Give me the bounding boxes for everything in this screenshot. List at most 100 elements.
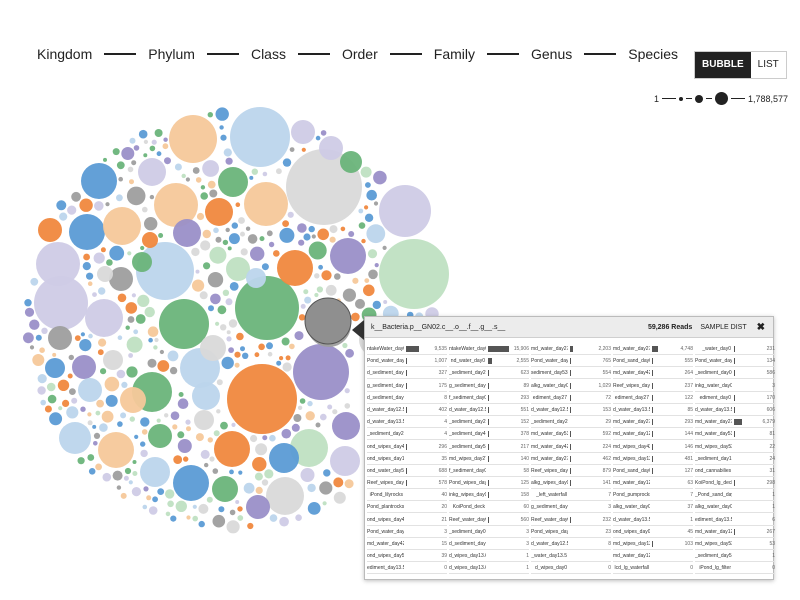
taxon-bubble[interactable]: [206, 496, 213, 503]
taxon-bubble[interactable]: [297, 223, 307, 233]
taxon-bubble[interactable]: [217, 305, 227, 315]
taxon-bubble[interactable]: [220, 134, 227, 141]
taxon-bubble[interactable]: [192, 279, 205, 292]
taxon-bubble[interactable]: [156, 418, 161, 423]
taxon-bubble[interactable]: [329, 225, 338, 234]
taxon-bubble[interactable]: [228, 347, 235, 353]
taxon-bubble[interactable]: [98, 432, 134, 468]
taxon-bubble[interactable]: [141, 429, 148, 435]
taxon-bubble[interactable]: [148, 506, 158, 515]
taxon-bubble[interactable]: [305, 411, 315, 421]
taxon-bubble[interactable]: [68, 354, 75, 361]
selected-taxon-bubble[interactable]: [304, 297, 352, 345]
taxon-bubble[interactable]: [279, 227, 295, 243]
taxon-bubble[interactable]: [183, 456, 189, 462]
taxon-bubble[interactable]: [340, 151, 362, 173]
taxon-bubble[interactable]: [229, 469, 234, 475]
taxon-bubble[interactable]: [195, 177, 202, 183]
taxon-bubble[interactable]: [103, 157, 107, 162]
taxon-bubble[interactable]: [192, 382, 220, 410]
taxon-bubble[interactable]: [181, 173, 186, 179]
taxon-bubble[interactable]: [29, 319, 40, 330]
taxon-bubble[interactable]: [116, 485, 122, 490]
taxon-bubble[interactable]: [281, 337, 290, 346]
taxon-bubble[interactable]: [208, 305, 214, 312]
taxon-bubble[interactable]: [308, 225, 315, 233]
taxon-bubble[interactable]: [143, 486, 149, 492]
taxon-bubble[interactable]: [314, 273, 320, 279]
taxon-bubble[interactable]: [117, 293, 127, 303]
taxon-bubble[interactable]: [282, 362, 292, 372]
taxon-bubble[interactable]: [222, 239, 229, 246]
taxon-bubble[interactable]: [322, 501, 327, 506]
taxon-bubble[interactable]: [200, 335, 226, 361]
taxon-bubble[interactable]: [228, 233, 240, 245]
taxon-bubble[interactable]: [207, 272, 224, 288]
taxon-bubble[interactable]: [237, 506, 243, 512]
taxon-bubble[interactable]: [364, 213, 374, 222]
taxon-bubble[interactable]: [103, 207, 141, 245]
taxon-bubble[interactable]: [135, 314, 146, 324]
taxon-bubble[interactable]: [116, 194, 123, 202]
taxon-bubble[interactable]: [368, 269, 378, 280]
taxon-bubble[interactable]: [100, 368, 107, 375]
taxon-bubble[interactable]: [214, 431, 250, 467]
taxon-bubble[interactable]: [71, 397, 78, 404]
taxon-bubble[interactable]: [172, 424, 178, 430]
taxon-bubble[interactable]: [87, 420, 93, 426]
taxon-bubble[interactable]: [196, 212, 205, 221]
taxon-bubble[interactable]: [273, 250, 280, 257]
taxon-bubble[interactable]: [220, 324, 227, 331]
taxon-bubble[interactable]: [173, 219, 201, 247]
taxon-bubble[interactable]: [185, 419, 191, 425]
taxon-bubble[interactable]: [344, 403, 351, 409]
taxon-bubble[interactable]: [223, 148, 232, 157]
taxon-bubble[interactable]: [281, 428, 292, 439]
taxon-bubble[interactable]: [109, 267, 133, 291]
taxon-bubble[interactable]: [146, 495, 152, 501]
taxon-bubble[interactable]: [127, 166, 134, 173]
taxon-bubble[interactable]: [116, 369, 126, 379]
taxon-bubble[interactable]: [247, 522, 254, 530]
taxon-bubble[interactable]: [154, 337, 159, 343]
taxon-bubble[interactable]: [244, 182, 288, 226]
taxon-bubble[interactable]: [348, 231, 355, 237]
taxon-bubble[interactable]: [255, 486, 263, 494]
taxon-bubble[interactable]: [215, 236, 222, 243]
taxon-bubble[interactable]: [238, 217, 245, 224]
taxon-bubble[interactable]: [298, 239, 305, 246]
taxon-bubble[interactable]: [245, 226, 251, 231]
taxon-bubble[interactable]: [132, 471, 138, 476]
taxon-bubble[interactable]: [200, 192, 208, 200]
taxon-bubble[interactable]: [213, 430, 220, 437]
taxon-bubble[interactable]: [138, 158, 166, 186]
taxon-bubble[interactable]: [226, 330, 231, 335]
taxon-bubble[interactable]: [167, 500, 174, 508]
taxon-bubble[interactable]: [52, 352, 57, 357]
taxon-bubble[interactable]: [307, 483, 316, 493]
taxon-bubble[interactable]: [333, 477, 344, 488]
taxon-bubble[interactable]: [157, 488, 165, 495]
taxon-bubble[interactable]: [39, 347, 45, 354]
taxon-bubble[interactable]: [121, 147, 135, 160]
taxon-bubble[interactable]: [332, 409, 338, 415]
taxon-bubble[interactable]: [95, 410, 101, 416]
taxon-bubble[interactable]: [132, 252, 152, 272]
taxon-bubble[interactable]: [37, 374, 47, 384]
taxon-bubble[interactable]: [318, 264, 323, 270]
taxon-bubble[interactable]: [175, 500, 187, 512]
taxon-bubble[interactable]: [125, 325, 130, 330]
taxon-bubble[interactable]: [97, 266, 113, 282]
taxon-bubble[interactable]: [165, 489, 175, 499]
taxon-bubble[interactable]: [131, 293, 136, 298]
taxon-bubble[interactable]: [83, 253, 90, 261]
taxon-bubble[interactable]: [282, 158, 292, 167]
taxon-bubble[interactable]: [202, 160, 220, 177]
taxon-bubble[interactable]: [82, 262, 91, 271]
taxon-bubble[interactable]: [259, 236, 265, 242]
taxon-bubble[interactable]: [159, 299, 209, 349]
taxon-bubble[interactable]: [304, 296, 312, 304]
taxon-bubble[interactable]: [333, 491, 346, 504]
taxon-bubble[interactable]: [282, 220, 289, 228]
taxon-bubble[interactable]: [164, 157, 171, 165]
